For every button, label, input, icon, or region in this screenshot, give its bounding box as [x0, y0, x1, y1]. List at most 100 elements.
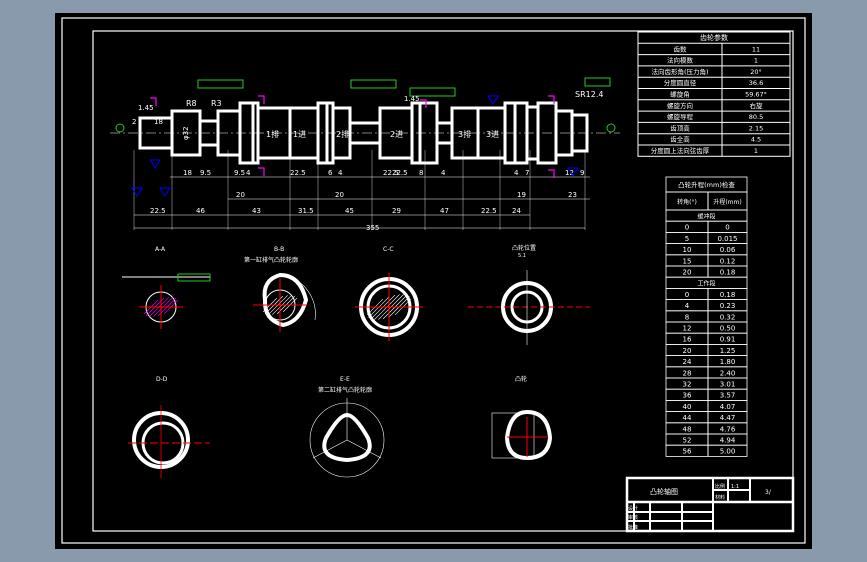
angle-value: 4	[685, 302, 690, 310]
angle-value: 20	[683, 347, 692, 355]
lift-value: 0.23	[720, 302, 736, 310]
lift-value: 4.94	[720, 437, 736, 445]
lift-value: 0.015	[717, 235, 737, 243]
dimension: 6	[328, 169, 333, 177]
cad-drawing: 1排 1进 2排 2进 3排 3进18 9.5 9.5 4 22.5 6 4 22.5 8 422.5 4 7 1…	[61, 17, 806, 544]
angle-value: 12	[683, 325, 692, 333]
title-block: 凸轮轴图 比例 1:1 材料 3/设计审核批准	[625, 476, 795, 533]
chamfer-label: 1.45	[138, 104, 154, 112]
title-block-border	[625, 476, 795, 533]
sheet-number: 3/	[765, 489, 772, 496]
param-value: 11	[752, 45, 760, 53]
chamfer-label-2: 1.45	[404, 95, 420, 103]
angle-value: 10	[683, 246, 692, 254]
param-value: 1	[754, 57, 758, 65]
dimension: 22.5	[150, 207, 166, 215]
param-name: 分度圆上法向弦齿厚	[651, 146, 710, 155]
dimension: 31.5	[298, 207, 314, 215]
dimension: 46	[196, 207, 205, 215]
angle-value: 0	[685, 224, 689, 232]
roughness-symbol	[149, 159, 161, 169]
angle-value: 44	[683, 414, 692, 422]
section-label: A-A	[155, 246, 166, 253]
section-note: 第一缸排气凸轮轮廓	[244, 256, 298, 264]
drawing-name: 凸轮轴图	[650, 487, 678, 496]
section-label: 凸轮	[515, 375, 527, 383]
param-value: 4.5	[751, 136, 761, 144]
tolerance-frame	[350, 79, 397, 89]
angle-value: 48	[683, 425, 692, 433]
datum-symbol	[606, 123, 616, 133]
dimension: 4	[441, 169, 446, 177]
lift-value: 3.01	[720, 381, 736, 389]
dimension: 4	[514, 169, 519, 177]
lift-value: 4.07	[720, 403, 736, 411]
dimension: 22.5	[290, 169, 306, 177]
fillet-r3: R3	[211, 99, 222, 108]
lift-value: 0.50	[720, 325, 736, 333]
dimension: 24	[512, 207, 521, 215]
lift-value: 0.18	[720, 291, 736, 299]
section-label: C-C	[383, 246, 394, 253]
cam-label: 3进	[486, 130, 499, 139]
table-cell-row	[665, 220, 748, 233]
angle-value: 40	[683, 403, 692, 411]
cam-profile	[504, 409, 553, 461]
param-value: 80.5	[749, 113, 763, 121]
param-name: 螺旋导程	[667, 112, 694, 121]
tolerance-frame	[584, 77, 611, 87]
roughness-symbol	[159, 187, 171, 197]
cam-lift-table: 凸轮升程(mm)检查转角(°) 升程(mm) 缓冲段 0 0 5 0.015 10 0.06 15…	[665, 176, 748, 457]
lift-value: 1.25	[720, 347, 736, 355]
param-name: 螺旋角	[670, 90, 690, 99]
drawn-by-label: 设计	[628, 505, 638, 512]
column-header: 升程(mm)	[713, 198, 741, 206]
lift-value: 1.80	[720, 358, 736, 366]
param-name: 分度圆直径	[664, 78, 697, 87]
group-header: 工作段	[697, 280, 715, 288]
scale-value: 1:1	[731, 484, 739, 490]
dimension: 45	[345, 207, 354, 215]
lift-value: 0.06	[720, 246, 736, 254]
fillet-r8: R8	[186, 99, 197, 108]
tolerance-frame	[197, 79, 244, 89]
angle-value: 32	[683, 381, 692, 389]
param-name: 齿顶高	[670, 123, 690, 132]
roughness-symbol	[131, 187, 143, 197]
dimension: 9.5	[234, 169, 245, 177]
angle-value: 36	[683, 392, 692, 400]
column-header: 转角(°)	[677, 198, 697, 206]
angle-value: 0	[685, 291, 689, 299]
group-header: 缓冲段	[697, 213, 715, 221]
param-name: 法向模数	[667, 56, 694, 65]
dimension: 19	[517, 191, 526, 199]
angle-value: 52	[683, 437, 692, 445]
dimension: 9	[580, 169, 584, 177]
diameter-label: φ32	[182, 126, 190, 140]
scale-label: 比例	[715, 483, 725, 490]
lift-value: 2.40	[720, 369, 736, 377]
param-value: 36.6	[749, 79, 763, 87]
section-note: 第二缸排气凸轮轮廓	[318, 386, 372, 394]
table-title: 凸轮升程(mm)检查	[678, 180, 735, 189]
section-label: 凸轮位置	[512, 244, 536, 252]
dimension: 8	[419, 169, 423, 177]
lift-value: 0.18	[720, 269, 736, 277]
total-length: 355	[366, 224, 379, 232]
drawing-canvas[interactable]: 1排 1进 2排 2进 3排 3进 18 9.5 9.5 4 22.5 6 4 22.5 8 4 22.5 4 7 1…	[55, 13, 812, 549]
dim-18: 18	[154, 118, 163, 126]
angle-value: 15	[683, 257, 692, 265]
lift-value: 4.76	[720, 425, 736, 433]
lift-value: 0	[725, 224, 729, 232]
angle-value: 24	[683, 358, 692, 366]
dimension: 29	[392, 207, 401, 215]
param-value: 2.15	[749, 124, 763, 132]
param-value: 20°	[750, 68, 762, 76]
dimension: 47	[440, 207, 449, 215]
cam-label: 2排	[336, 129, 349, 139]
angle-value: 5	[685, 235, 689, 243]
section-marker	[258, 167, 265, 176]
material-label: 材料	[715, 494, 725, 501]
lift-value: 0.91	[720, 336, 736, 344]
datum-symbol	[115, 123, 125, 133]
